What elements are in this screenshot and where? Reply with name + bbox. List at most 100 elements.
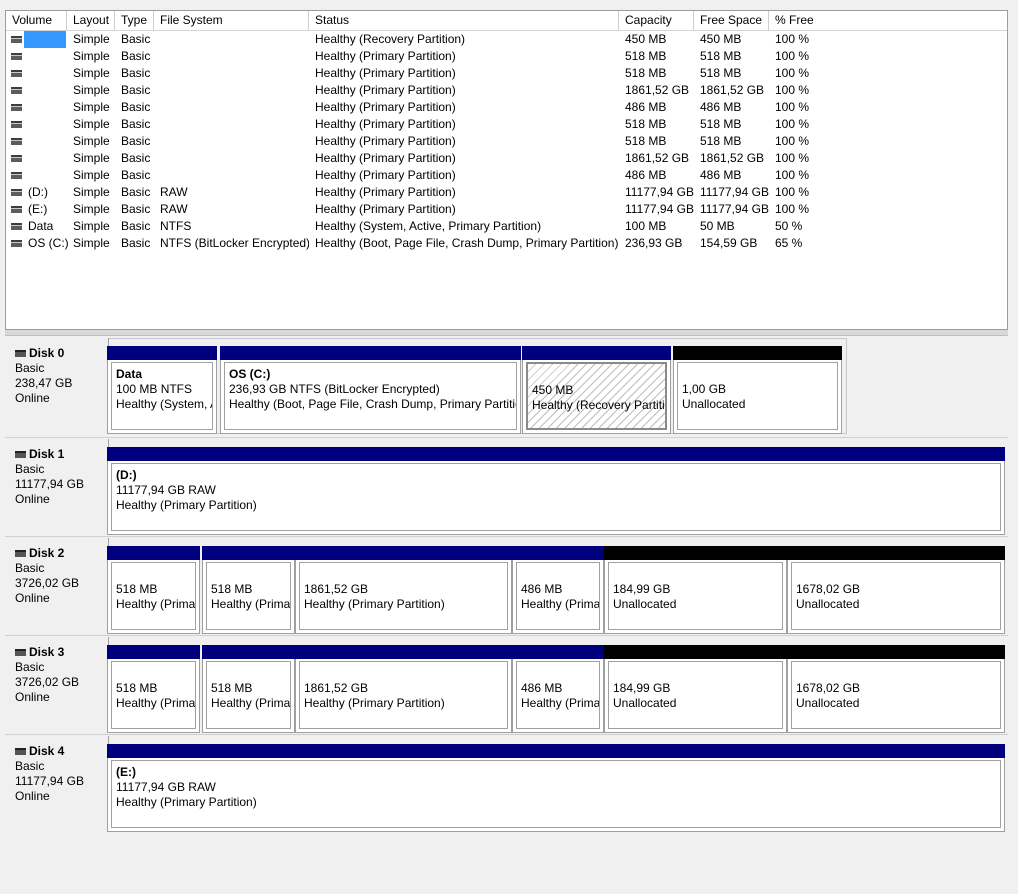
column-header-file-system[interactable]: File System bbox=[154, 11, 309, 30]
partition-status: Unallocated bbox=[613, 696, 677, 710]
row-divider bbox=[5, 635, 1008, 636]
partition-name bbox=[521, 666, 595, 681]
volume-cell-free: 1861,52 GB bbox=[700, 83, 765, 97]
partition-content: 518 MBHealthy (Primary Partition) bbox=[206, 562, 291, 630]
volume-row[interactable]: Simple Basic Healthy (Primary Partition) 51… bbox=[6, 116, 1007, 133]
partition-bar bbox=[522, 346, 671, 360]
partition-name bbox=[304, 567, 503, 582]
disk-icon bbox=[15, 350, 26, 358]
partition-block[interactable]: 518 MBHealthy (Primary Partition) bbox=[107, 645, 200, 733]
column-header--free[interactable]: % Free bbox=[769, 11, 1007, 30]
volume-cell-capacity: 236,93 GB bbox=[625, 236, 683, 250]
partition-block[interactable]: Data100 MB NTFSHealthy (System, Active, … bbox=[107, 346, 217, 434]
disk-label[interactable]: Disk 2 Basic 3726,02 GB Online bbox=[5, 538, 109, 632]
disk-name: Disk 3 bbox=[15, 645, 108, 660]
partition-size: 518 MB bbox=[116, 681, 158, 695]
partition-bar bbox=[604, 546, 787, 560]
volume-row[interactable]: Data Simple Basic NTFS Healthy (System, Acti… bbox=[6, 218, 1007, 235]
disk-label[interactable]: Disk 0 Basic 238,47 GB Online bbox=[5, 338, 109, 432]
volume-cell-pct: 100 % bbox=[775, 66, 810, 80]
unallocated-partition[interactable]: 1678,02 GB Unallocated bbox=[787, 645, 1005, 733]
partition-size: 184,99 GB bbox=[613, 582, 671, 596]
column-header-capacity[interactable]: Capacity bbox=[619, 11, 694, 30]
volume-row[interactable]: (D:) Simple Basic RAW Healthy (Primary Parti… bbox=[6, 184, 1007, 201]
partition-name bbox=[682, 367, 833, 382]
partition-block[interactable]: 1861,52 GB Healthy (Primary Partition) bbox=[295, 546, 512, 634]
disk-icon bbox=[15, 550, 26, 558]
volume-row[interactable]: (E:) Simple Basic RAW Healthy (Primary Parti… bbox=[6, 201, 1007, 218]
disk-type: Basic bbox=[15, 462, 45, 476]
volume-cell-capacity: 100 MB bbox=[625, 219, 667, 233]
volume-cell-layout: Simple bbox=[73, 32, 110, 46]
partition-block[interactable]: (D:) 11177,94 GB RAW Healthy (Primary Part… bbox=[107, 447, 1005, 535]
disk-drive-icon bbox=[11, 172, 22, 179]
unallocated-partition[interactable]: 184,99 GB Unallocated bbox=[604, 645, 787, 733]
partition-block[interactable]: 450 MBHealthy (Recovery Partition) bbox=[522, 346, 671, 434]
unallocated-partition[interactable]: 1,00 GB Unallocated bbox=[673, 346, 842, 434]
disk-status: Online bbox=[15, 789, 50, 803]
volume-row[interactable]: Simple Basic Healthy (Primary Partition) 51… bbox=[6, 65, 1007, 82]
partition-block[interactable]: OS (C:) 236,93 GB NTFS (BitLocker Encrypt… bbox=[220, 346, 521, 434]
partition-block[interactable]: 518 MBHealthy (Primary Partition) bbox=[202, 546, 295, 634]
volume-cell-layout: Simple bbox=[73, 49, 110, 63]
volume-cell-pct: 100 % bbox=[775, 185, 810, 199]
partition-block[interactable]: 486 MBHealthy (Primary Partition) bbox=[512, 645, 604, 733]
partition-status: Healthy (Primary Partition) bbox=[521, 597, 600, 611]
column-header-type[interactable]: Type bbox=[115, 11, 154, 30]
volume-cell-capacity: 1861,52 GB bbox=[625, 151, 690, 165]
partition-body: 486 MBHealthy (Primary Partition) bbox=[512, 659, 604, 733]
partition-content: 518 MBHealthy (Primary Partition) bbox=[206, 661, 291, 729]
disk-drive-icon bbox=[11, 189, 22, 196]
volume-cell-status: Healthy (Primary Partition) bbox=[315, 100, 456, 114]
volume-cell-free: 154,59 GB bbox=[700, 236, 758, 250]
volume-row[interactable]: Simple Basic Healthy (Recovery Partition) 4… bbox=[6, 31, 1007, 48]
unallocated-partition[interactable]: 1678,02 GB Unallocated bbox=[787, 546, 1005, 634]
volume-cell-status: Healthy (Primary Partition) bbox=[315, 117, 456, 131]
volume-list[interactable]: Volume Layout Type File System Status Capacit… bbox=[5, 10, 1008, 330]
volume-row[interactable]: Simple Basic Healthy (Primary Partition) 51… bbox=[6, 48, 1007, 65]
partition-block[interactable]: 486 MBHealthy (Primary Partition) bbox=[512, 546, 604, 634]
disk-label[interactable]: Disk 4 Basic 11177,94 GB Online bbox=[5, 736, 109, 830]
volume-row[interactable]: OS (C:) Simple Basic NTFS (BitLocker Encryp… bbox=[6, 235, 1007, 252]
disk-size: 3726,02 GB bbox=[15, 576, 80, 590]
volume-row[interactable]: Simple Basic Healthy (Primary Partition) 18… bbox=[6, 82, 1007, 99]
partition-content: 1678,02 GB Unallocated bbox=[791, 661, 1001, 729]
volume-row[interactable]: Simple Basic Healthy (Primary Partition) 51… bbox=[6, 133, 1007, 150]
column-header-layout[interactable]: Layout bbox=[67, 11, 115, 30]
column-header-free-space[interactable]: Free Space bbox=[694, 11, 769, 30]
unallocated-partition[interactable]: 184,99 GB Unallocated bbox=[604, 546, 787, 634]
volume-cell-layout: Simple bbox=[73, 219, 110, 233]
disk-drive-icon bbox=[11, 121, 22, 128]
volume-cell-type: Basic bbox=[121, 32, 151, 46]
disk-status: Online bbox=[15, 690, 50, 704]
partition-bar bbox=[512, 546, 604, 560]
partition-block[interactable]: 1861,52 GB Healthy (Primary Partition) bbox=[295, 645, 512, 733]
volume-cell-fs: RAW bbox=[160, 202, 188, 216]
disk-label[interactable]: Disk 1 Basic 11177,94 GB Online bbox=[5, 439, 109, 533]
partition-size: 486 MB bbox=[521, 582, 563, 596]
disk-label[interactable]: Disk 3 Basic 3726,02 GB Online bbox=[5, 637, 109, 731]
volume-cell-volume bbox=[28, 116, 68, 133]
volume-cell-status: Healthy (System, Active, Primary Partiti… bbox=[315, 219, 542, 233]
volume-row[interactable]: Simple Basic Healthy (Primary Partition) 48… bbox=[6, 167, 1007, 184]
partition-block[interactable]: 518 MBHealthy (Primary Partition) bbox=[202, 645, 295, 733]
partition-content: 1861,52 GB Healthy (Primary Partition) bbox=[299, 661, 508, 729]
volume-cell-capacity: 1861,52 GB bbox=[625, 83, 690, 97]
column-header-status[interactable]: Status bbox=[309, 11, 619, 30]
partition-bar bbox=[512, 645, 604, 659]
volume-cell-free: 11177,94 GB bbox=[700, 202, 769, 216]
volume-cell-free: 518 MB bbox=[700, 117, 742, 131]
volume-cell-type: Basic bbox=[121, 117, 151, 131]
partition-block[interactable]: 518 MBHealthy (Primary Partition) bbox=[107, 546, 200, 634]
volume-cell-layout: Simple bbox=[73, 66, 110, 80]
column-header-volume[interactable]: Volume bbox=[6, 11, 67, 30]
disk-name: Disk 1 bbox=[15, 447, 108, 462]
partition-block[interactable]: (E:) 11177,94 GB RAW Healthy (Primary Part… bbox=[107, 744, 1005, 832]
volume-cell-type: Basic bbox=[121, 202, 151, 216]
partition-size: 1678,02 GB bbox=[796, 681, 861, 695]
partition-name bbox=[796, 666, 996, 681]
volume-cell-free: 50 MB bbox=[700, 219, 735, 233]
volume-cell-volume bbox=[28, 82, 68, 99]
volume-row[interactable]: Simple Basic Healthy (Primary Partition) 48… bbox=[6, 99, 1007, 116]
volume-row[interactable]: Simple Basic Healthy (Primary Partition) 18… bbox=[6, 150, 1007, 167]
